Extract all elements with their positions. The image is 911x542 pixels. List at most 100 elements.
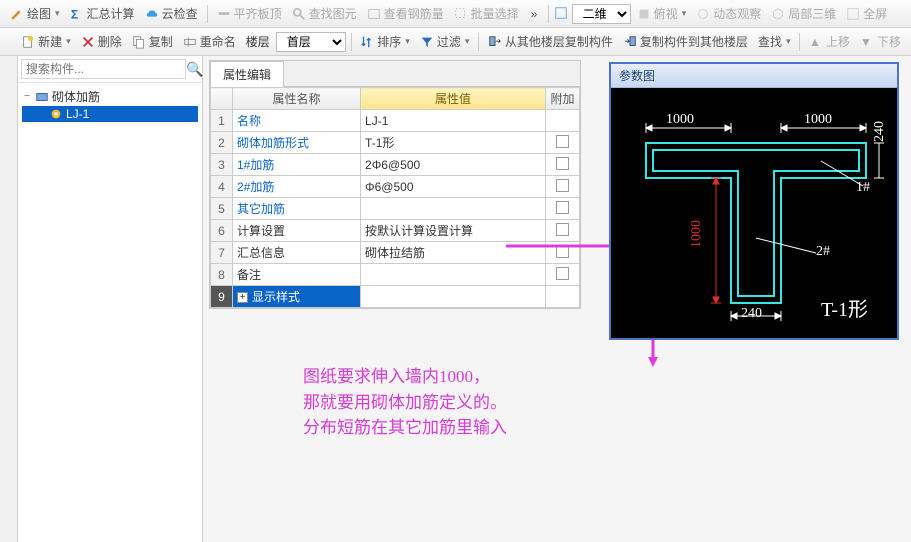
move-up-button[interactable]: ▲ 上移	[805, 31, 854, 52]
tab-property-edit[interactable]: 属性编辑	[210, 61, 284, 87]
summary-button[interactable]: Σ 汇总计算	[66, 3, 139, 24]
collapse-icon[interactable]: −	[22, 91, 32, 102]
center-area: 属性编辑 属性名称 属性值 附加 1名称LJ-12砌体加筋形式T-1形31#加筋…	[203, 56, 911, 542]
copy-from-other-button[interactable]: 从其他楼层复制构件	[484, 31, 617, 52]
row-number: 6	[211, 220, 233, 242]
cloud-check-button[interactable]: 云检查	[141, 3, 202, 24]
filter-button[interactable]: 过滤▾	[416, 31, 474, 52]
search-input[interactable]	[21, 59, 186, 79]
dim-240-right: 240	[872, 121, 888, 142]
table-row[interactable]: 42#加筋Φ6@500	[211, 176, 580, 198]
copy-from-icon	[488, 35, 502, 49]
prop-attach-cell[interactable]	[546, 242, 580, 264]
search-button[interactable]: 🔍	[186, 59, 203, 79]
batch-select-button[interactable]: 批量选择	[450, 3, 523, 24]
view-mode-select[interactable]: 二维	[554, 4, 630, 24]
checkbox-icon[interactable]	[556, 267, 569, 280]
label-type: T-1形	[821, 293, 868, 322]
row-number: 9	[211, 286, 233, 308]
checkbox-icon[interactable]	[556, 245, 569, 258]
up-icon: ▲	[809, 35, 823, 49]
prop-value-cell[interactable]: LJ-1	[361, 110, 546, 132]
prop-attach-cell[interactable]	[546, 264, 580, 286]
checkbox-icon[interactable]	[556, 201, 569, 214]
tree-root-label: 砌体加筋	[52, 88, 100, 105]
prop-attach-cell[interactable]	[546, 110, 580, 132]
search-icon	[292, 7, 306, 21]
svg-text:Σ: Σ	[70, 7, 77, 21]
drawing-button[interactable]: 绘图▾	[6, 3, 64, 24]
prop-value-cell[interactable]	[361, 286, 546, 308]
move-down-button[interactable]: ▼ 下移	[856, 31, 905, 52]
prop-name-cell[interactable]: 1#加筋	[233, 154, 361, 176]
new-button[interactable]: 新建▾	[17, 31, 75, 52]
prop-name-cell[interactable]: 名称	[233, 110, 361, 132]
view-rebar-button[interactable]: 查看钢筋量	[363, 3, 448, 24]
view-mode-dropdown[interactable]: 二维	[572, 4, 631, 24]
component-tree[interactable]: − 砌体加筋 LJ-1	[18, 83, 202, 542]
copy-to-other-button[interactable]: 复制构件到其他楼层	[619, 31, 752, 52]
new-icon	[21, 35, 35, 49]
flat-top-button[interactable]: 平齐板顶	[213, 3, 286, 24]
checkbox-icon[interactable]	[556, 223, 569, 236]
diagram-body: 1000 1000 240 1000 240 1# 2# T-1形	[611, 88, 897, 338]
floor-label: 楼层	[242, 31, 274, 52]
expand-icon[interactable]: +	[237, 292, 248, 303]
table-row[interactable]: 5其它加筋	[211, 198, 580, 220]
prop-name-cell[interactable]: 汇总信息	[233, 242, 361, 264]
floor-dropdown[interactable]: 首层	[276, 32, 346, 52]
prop-name-cell[interactable]: 备注	[233, 264, 361, 286]
tree-child-row[interactable]: LJ-1	[22, 106, 198, 122]
tree-root-row[interactable]: − 砌体加筋	[22, 87, 198, 106]
prop-value-cell[interactable]	[361, 264, 546, 286]
checkbox-icon[interactable]	[556, 157, 569, 170]
prop-attach-cell[interactable]	[546, 198, 580, 220]
copy-to-icon	[623, 35, 637, 49]
prop-attach-cell[interactable]	[546, 176, 580, 198]
prop-name-cell[interactable]: 计算设置	[233, 220, 361, 242]
table-row[interactable]: 2砌体加筋形式T-1形	[211, 132, 580, 154]
checkbox-icon[interactable]	[556, 135, 569, 148]
table-row[interactable]: 1名称LJ-1	[211, 110, 580, 132]
table-row[interactable]: 31#加筋2Φ6@500	[211, 154, 580, 176]
table-row[interactable]: 8备注	[211, 264, 580, 286]
dim-1000-left: 1000	[666, 112, 694, 128]
floor-select[interactable]: 首层	[276, 32, 346, 52]
top-view-button[interactable]: 俯视▾	[633, 3, 691, 24]
dynamic-view-button[interactable]: 动态观察	[692, 3, 765, 24]
prop-name-cell[interactable]: +显示样式	[233, 286, 361, 308]
copy-button[interactable]: 复制	[128, 31, 177, 52]
find-button[interactable]: 查找▾	[754, 31, 795, 52]
prop-value-cell[interactable]: T-1形	[361, 132, 546, 154]
delete-icon	[81, 35, 95, 49]
checkbox-icon[interactable]	[556, 179, 569, 192]
col-name-header: 属性名称	[233, 88, 361, 110]
table-row[interactable]: 7汇总信息砌体拉结筋	[211, 242, 580, 264]
table-row[interactable]: 6计算设置按默认计算设置计算	[211, 220, 580, 242]
prop-value-cell[interactable]: 2Φ6@500	[361, 154, 546, 176]
prop-name-cell[interactable]: 其它加筋	[233, 198, 361, 220]
prop-name-cell[interactable]: 砌体加筋形式	[233, 132, 361, 154]
find-entity-button[interactable]: 查找图元	[288, 3, 361, 24]
prop-name-cell[interactable]: 2#加筋	[233, 176, 361, 198]
prop-value-cell[interactable]	[361, 198, 546, 220]
property-table: 属性名称 属性值 附加 1名称LJ-12砌体加筋形式T-1形31#加筋2Φ6@5…	[210, 87, 580, 308]
row-number: 2	[211, 132, 233, 154]
prop-attach-cell[interactable]	[546, 132, 580, 154]
prop-attach-cell[interactable]	[546, 220, 580, 242]
component-type-icon	[35, 90, 49, 104]
delete-button[interactable]: 删除	[77, 31, 126, 52]
rename-button[interactable]: 重命名	[179, 31, 240, 52]
prop-attach-cell[interactable]	[546, 154, 580, 176]
fullscreen-icon	[846, 7, 860, 21]
more-button[interactable]: »	[525, 5, 544, 23]
prop-value-cell[interactable]: 按默认计算设置计算	[361, 220, 546, 242]
prop-value-cell[interactable]: 砌体拉结筋	[361, 242, 546, 264]
row-number: 8	[211, 264, 233, 286]
local-3d-button[interactable]: 局部三维	[767, 3, 840, 24]
table-row[interactable]: 9+显示样式	[211, 286, 580, 308]
sort-button[interactable]: 排序▾	[356, 31, 414, 52]
prop-value-cell[interactable]: Φ6@500	[361, 176, 546, 198]
prop-attach-cell[interactable]	[546, 286, 580, 308]
fullscreen-button[interactable]: 全屏	[842, 3, 891, 24]
